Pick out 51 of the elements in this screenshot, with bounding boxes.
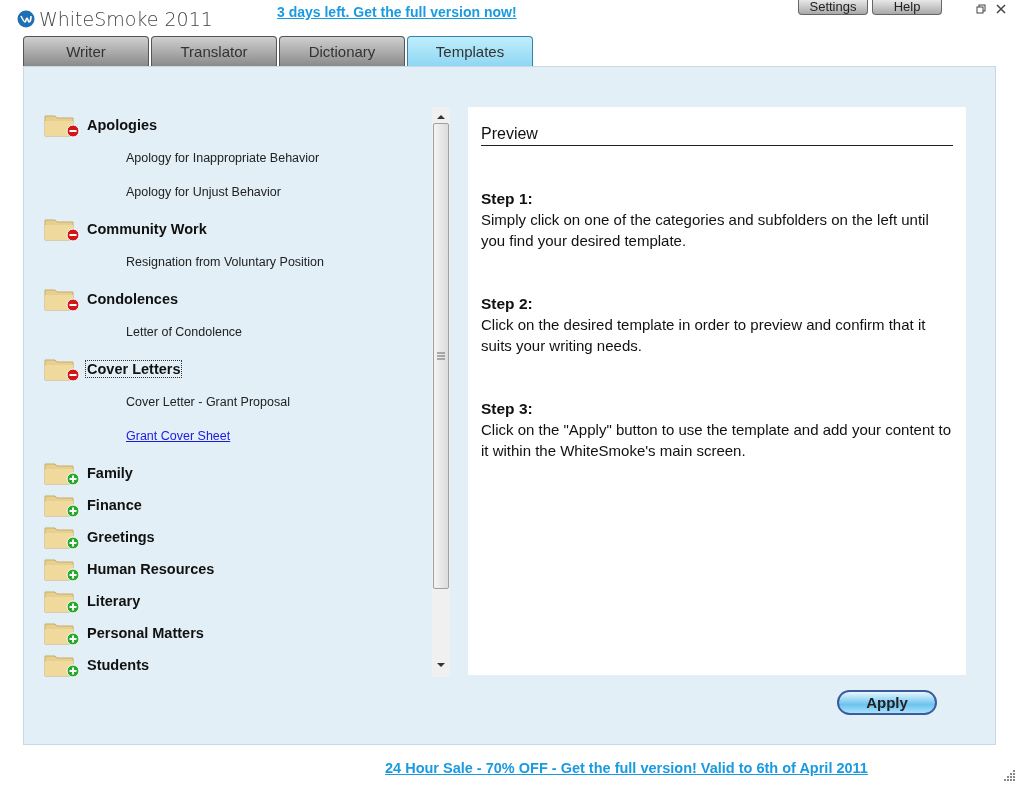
template-link[interactable]: Grant Cover Sheet	[126, 429, 231, 443]
category-item[interactable]: Family	[85, 464, 135, 482]
step-heading: Step 3:	[481, 399, 534, 419]
tab[interactable]: Translator	[151, 36, 277, 66]
apply-button[interactable]: Apply	[837, 690, 937, 715]
category-item[interactable]: Students	[85, 656, 152, 674]
template-item[interactable]: Apology for Unjust Behavior	[126, 185, 281, 199]
scroll-up-icon[interactable]	[436, 113, 446, 121]
category-item[interactable]: Literary	[85, 592, 143, 610]
folder-plus-icon[interactable]	[44, 524, 80, 550]
template-item[interactable]: Letter of Condolence	[126, 325, 243, 339]
category-item[interactable]: Community Work	[85, 220, 209, 238]
scroll-thumb[interactable]	[433, 123, 449, 589]
folder-plus-icon[interactable]	[44, 556, 80, 582]
folder-minus-icon[interactable]	[44, 356, 80, 382]
template-item[interactable]: Apology for Inappropriate Behavior	[126, 151, 320, 165]
step-text: Click on the "Apply" button to use the template and add your content to it within the WhiteSmoke's main screen.	[481, 420, 953, 461]
settings-button[interactable]: Settings	[798, 0, 868, 15]
tab[interactable]: Writer	[23, 36, 149, 66]
folder-plus-icon[interactable]	[44, 460, 80, 486]
folder-minus-icon[interactable]	[44, 286, 80, 312]
preview-title: Preview	[481, 125, 953, 146]
category-item[interactable]: Personal Matters	[85, 624, 206, 642]
app-title: WhiteSmoke 2011	[39, 8, 213, 30]
category-item[interactable]: Cover Letters	[85, 360, 183, 378]
close-icon[interactable]	[996, 4, 1006, 14]
folder-plus-icon[interactable]	[44, 588, 80, 614]
folder-plus-icon[interactable]	[44, 652, 80, 678]
folder-plus-icon[interactable]	[44, 620, 80, 646]
resize-grip-icon[interactable]	[1004, 769, 1016, 781]
restore-icon[interactable]	[976, 4, 986, 14]
help-button[interactable]: Help	[872, 0, 942, 15]
folder-minus-icon[interactable]	[44, 112, 80, 138]
folder-minus-icon[interactable]	[44, 216, 80, 242]
category-item[interactable]: Greetings	[85, 528, 157, 546]
template-item[interactable]: Cover Letter - Grant Proposal	[126, 395, 290, 409]
category-item[interactable]: Apologies	[85, 116, 160, 134]
logo-icon	[17, 10, 35, 28]
category-item[interactable]: Condolences	[85, 290, 181, 308]
folder-plus-icon[interactable]	[44, 492, 80, 518]
scrollbar[interactable]	[432, 107, 450, 677]
template-item[interactable]: Resignation from Voluntary Position	[126, 255, 325, 269]
scroll-down-icon[interactable]	[436, 661, 446, 669]
category-item[interactable]: Human Resources	[85, 560, 217, 578]
category-item[interactable]: Finance	[85, 496, 144, 514]
step-heading: Step 2:	[481, 294, 534, 314]
tab[interactable]: Dictionary	[279, 36, 405, 66]
step-heading: Step 1:	[481, 189, 534, 209]
step-text: Click on the desired template in order to preview and confirm that it suits your writing needs.	[481, 315, 927, 356]
step-text: Simply click on one of the categories and subfolders on the left until you find your desired template.	[481, 210, 930, 251]
tab[interactable]: Templates	[407, 36, 533, 66]
